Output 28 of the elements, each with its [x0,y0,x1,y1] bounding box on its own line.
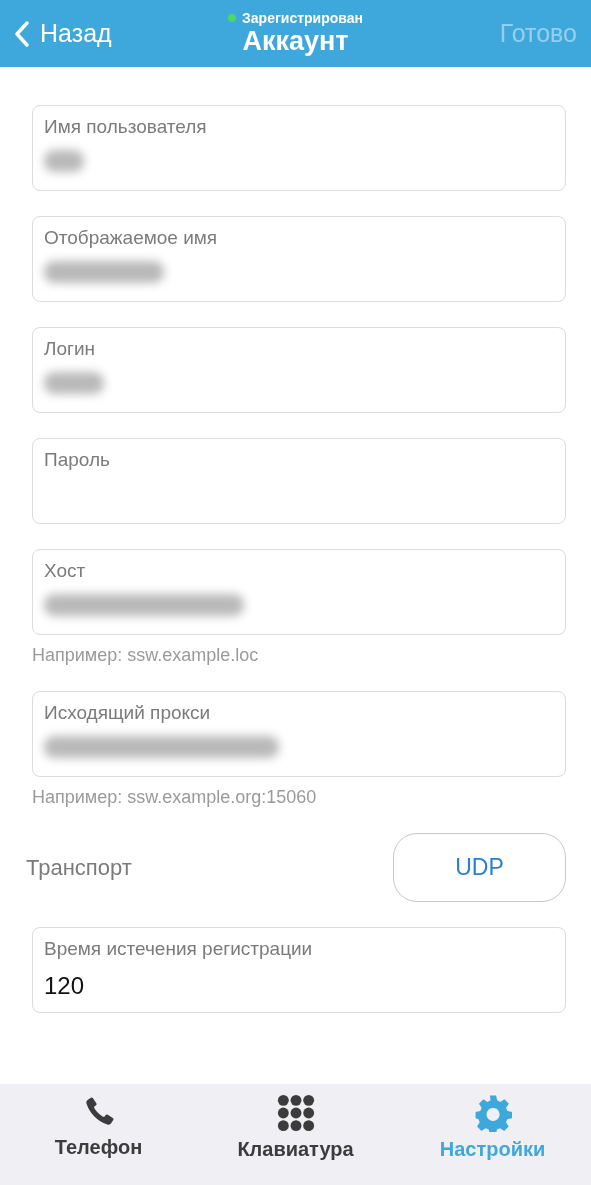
tab[interactable]: Телефон [0,1094,197,1185]
screen-title: Аккаунт [242,26,349,57]
input-field[interactable]: Имя пользователя [32,105,566,191]
keypad-icon [276,1094,315,1132]
field-label: Исходящий прокси [44,702,212,724]
field-value: 120 [44,972,86,1000]
field-label: Логин [44,338,97,360]
transport-label: Транспорт [26,854,132,881]
chevron-left-icon [14,19,30,48]
field-label: Хост [44,560,87,582]
field-label: Пароль [44,449,111,471]
status-text: Зарегистрирован [242,10,363,26]
input-field[interactable]: Отображаемое имя [32,216,566,302]
input-field[interactable]: Исходящий прокси [32,691,566,777]
back-button[interactable]: Назад [14,19,112,48]
tab[interactable]: Клавиатура [197,1094,394,1185]
tab[interactable]: Настройки [394,1094,591,1185]
input-field[interactable]: Логин [32,327,566,413]
input-field[interactable]: Время истечения регистрации 120 [32,927,566,1013]
field-label: Имя пользователя [44,116,208,138]
field-hint: Например: ssw.example.org:15060 [32,787,318,808]
transport-button[interactable]: UDP [393,833,566,902]
input-field[interactable]: Хост [32,549,566,635]
field-label: Время истечения регистрации [44,938,314,960]
field-label: Отображаемое имя [44,227,219,249]
field-hint: Например: ssw.example.loc [32,645,260,666]
settings-icon [473,1094,512,1132]
input-field[interactable]: Пароль [32,438,566,524]
